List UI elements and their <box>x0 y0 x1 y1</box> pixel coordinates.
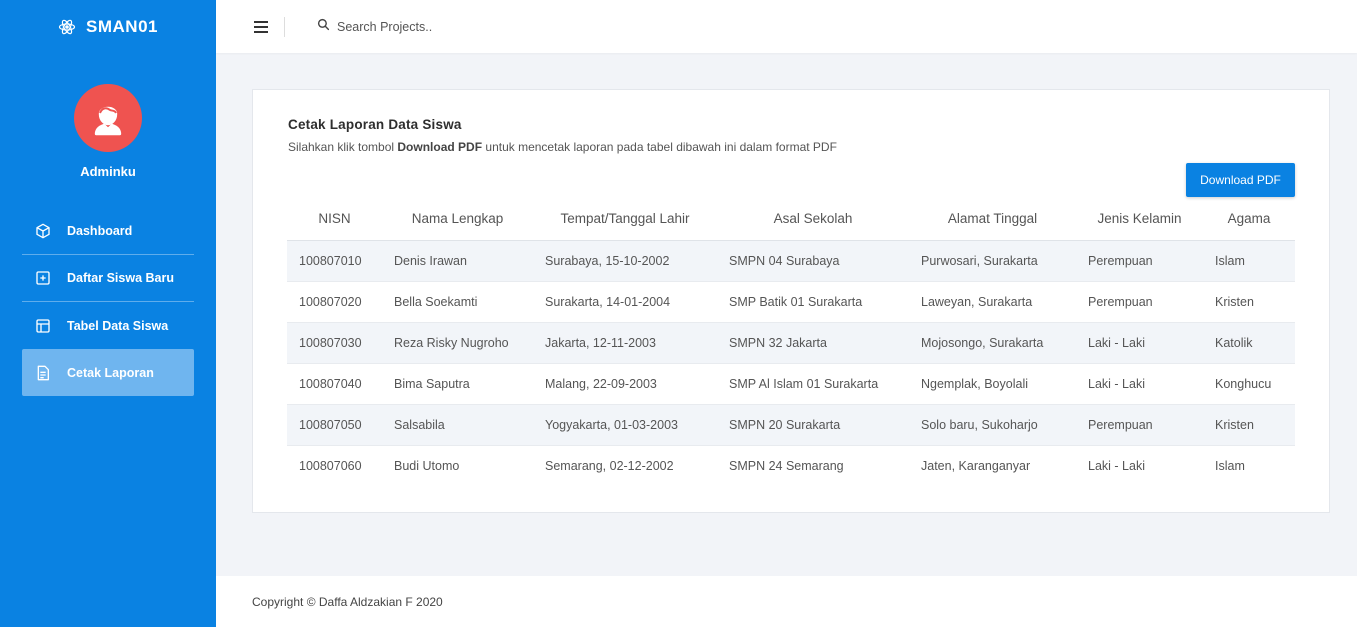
search-input[interactable] <box>337 19 637 34</box>
cell-ttl: Malang, 22-09-2003 <box>533 363 717 405</box>
cell-nisn: 100807040 <box>287 363 382 405</box>
cell-agama: Kristen <box>1203 281 1295 323</box>
cell-kelamin: Perempuan <box>1076 240 1203 282</box>
column-header[interactable]: NISN <box>287 197 382 241</box>
cell-sekolah: SMP Al Islam 01 Surakarta <box>717 363 909 405</box>
hamburger-menu-icon[interactable] <box>254 20 268 33</box>
card-desc-bold: Download PDF <box>397 140 483 154</box>
cell-ttl: Surabaya, 15-10-2002 <box>533 240 717 282</box>
plus-square-icon <box>34 269 52 287</box>
brand[interactable]: SMAN01 <box>0 0 216 53</box>
username: Adminku <box>80 164 136 179</box>
sidebar-item-tabel-data-siswa[interactable]: Tabel Data Siswa <box>22 302 194 349</box>
sidebar-item-dashboard[interactable]: Dashboard <box>22 208 194 255</box>
cell-sekolah: SMPN 24 Semarang <box>729 458 844 473</box>
cell-alamat: Jaten, Karanganyar <box>921 458 1031 473</box>
cell-kelamin: Laki - Laki <box>1088 458 1145 473</box>
cell-nisn: 100807030 <box>287 322 382 364</box>
sidebar-item-cetak-laporan[interactable]: Cetak Laporan <box>22 349 194 396</box>
cell-ttl: Jakarta, 12-11-2003 <box>533 322 717 364</box>
cell-agama: Islam <box>1215 458 1245 473</box>
cell-kelamin: Laki - Laki <box>1076 363 1203 405</box>
atom-icon <box>58 18 76 36</box>
cube-icon <box>34 222 52 240</box>
card-desc-prefix: Silahkan klik tombol <box>288 140 398 154</box>
cell-ttl: Yogyakarta, 01-03-2003 <box>533 404 717 446</box>
cell-nisn: 100807010 <box>287 240 382 282</box>
card-title: Cetak Laporan Data Siswa <box>288 117 462 132</box>
footer: Copyright © Daffa Aldzakian F 2020 <box>216 576 1357 627</box>
cell-agama: Konghucu <box>1203 363 1295 405</box>
sidebar-item-label: Dashboard <box>67 224 133 238</box>
cell-ttl: Semarang, 02-12-2002 <box>545 458 674 473</box>
cell-alamat: Ngemplak, Boyolali <box>909 363 1076 405</box>
top-header <box>216 0 1357 53</box>
cell-alamat: Laweyan, Surakarta <box>909 281 1076 323</box>
column-header[interactable]: Jenis Kelamin <box>1076 197 1203 241</box>
sidebar-item-label: Cetak Laporan <box>67 365 154 380</box>
cell-nama: Salsabila <box>382 404 533 446</box>
cell-nama: Denis Irawan <box>382 240 533 282</box>
cell-kelamin: Perempuan <box>1076 404 1203 446</box>
cell-agama: Kristen <box>1203 404 1295 446</box>
user-avatar-icon[interactable] <box>74 84 142 152</box>
download-pdf-button[interactable]: Download PDF <box>1186 163 1295 197</box>
table-row: 100807040 Bima Saputra Malang, 22-09-200… <box>287 363 1295 405</box>
cell-nisn: 100807020 <box>287 281 382 323</box>
card-desc-suffix: untuk mencetak laporan pada tabel dibawa… <box>482 140 837 154</box>
sidebar-nav: Dashboard Daftar Siswa Baru Tabel Data S… <box>0 208 216 396</box>
sidebar-item-daftar-siswa-baru[interactable]: Daftar Siswa Baru <box>22 255 194 302</box>
cell-nama: Budi Utomo <box>394 458 460 473</box>
column-header[interactable]: Tempat/Tanggal Lahir <box>533 197 717 241</box>
card-description: Silahkan klik tombol Download PDF untuk … <box>288 140 837 154</box>
table-row: 100807030 Reza Risky Nugroho Jakarta, 12… <box>287 322 1295 364</box>
cell-kelamin: Laki - Laki <box>1076 322 1203 364</box>
table-row: 100807050 Salsabila Yogyakarta, 01-03-20… <box>287 404 1295 446</box>
table-row: 100807020 Bella Soekamti Surakarta, 14-0… <box>287 281 1295 323</box>
document-icon <box>34 364 52 382</box>
report-card: Cetak Laporan Data Siswa Silahkan klik t… <box>252 89 1330 513</box>
search-icon[interactable] <box>317 18 330 36</box>
sidebar-item-label: Daftar Siswa Baru <box>67 271 174 285</box>
cell-kelamin: Perempuan <box>1076 281 1203 323</box>
column-header[interactable]: Asal Sekolah <box>717 197 909 241</box>
cell-alamat: Purwosari, Surakarta <box>909 240 1076 282</box>
layout-icon <box>34 317 52 335</box>
search-bar <box>317 18 637 36</box>
student-table: NISN Nama Lengkap Tempat/Tanggal Lahir A… <box>287 197 1295 486</box>
column-header[interactable]: Alamat Tinggal <box>909 197 1076 241</box>
cell-nama: Reza Risky Nugroho <box>382 322 533 364</box>
cell-sekolah: SMPN 32 Jakarta <box>717 322 909 364</box>
cell-nisn: 100807060 <box>299 458 362 473</box>
cell-nisn: 100807050 <box>287 404 382 446</box>
cell-sekolah: SMPN 20 Surakarta <box>717 404 909 446</box>
column-header[interactable]: Nama Lengkap <box>382 197 533 241</box>
cell-alamat: Solo baru, Sukoharjo <box>909 404 1076 446</box>
table-header-row: NISN Nama Lengkap Tempat/Tanggal Lahir A… <box>287 197 1295 241</box>
table-row: 100807060 Budi Utomo Semarang, 02-12-200… <box>287 445 1295 486</box>
cell-ttl: Surakarta, 14-01-2004 <box>533 281 717 323</box>
table-row: 100807010 Denis Irawan Surabaya, 15-10-2… <box>287 240 1295 282</box>
cell-agama: Islam <box>1203 240 1295 282</box>
cell-sekolah: SMPN 04 Surabaya <box>717 240 909 282</box>
cell-sekolah: SMP Batik 01 Surakarta <box>717 281 909 323</box>
sidebar: SMAN01 Adminku Dashboard Daftar Siswa Ba… <box>0 0 216 627</box>
cell-nama: Bima Saputra <box>382 363 533 405</box>
cell-agama: Katolik <box>1203 322 1295 364</box>
sidebar-item-label: Tabel Data Siswa <box>67 318 169 333</box>
brand-name: SMAN01 <box>86 16 158 36</box>
cell-nama: Bella Soekamti <box>382 281 533 323</box>
footer-copyright: Copyright © Daffa Aldzakian F 2020 <box>252 594 443 609</box>
column-header[interactable]: Agama <box>1203 197 1295 241</box>
cell-alamat: Mojosongo, Surakarta <box>909 322 1076 364</box>
header-divider <box>284 16 285 37</box>
